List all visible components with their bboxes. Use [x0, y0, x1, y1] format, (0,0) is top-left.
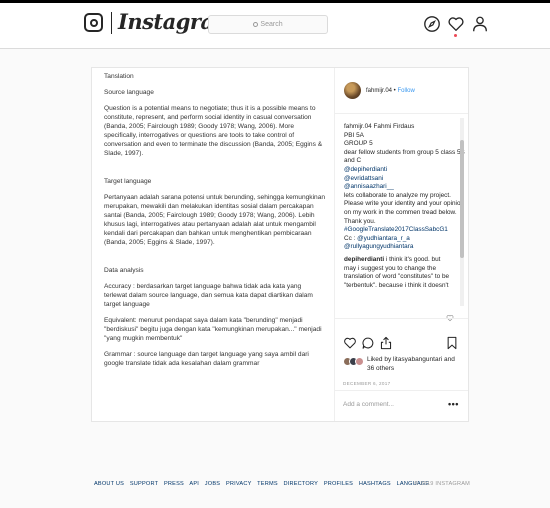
activity-heart-icon[interactable]: [447, 15, 465, 33]
caption-line: Fahmi Firdaus: [373, 123, 415, 130]
caption-line: Thank you.: [344, 217, 376, 225]
doc-target-text: Pertanyaan adalah sarana potensi untuk b…: [104, 194, 326, 246]
likes-user-link[interactable]: litasyabanguntari: [393, 356, 442, 363]
footer-links: ABOUT US SUPPORT PRESS API JOBS PRIVACY …: [94, 481, 433, 487]
comment-bubble-icon[interactable]: [361, 336, 375, 350]
caption-line: on my work in the commen tread below.: [344, 208, 457, 216]
caption-line: GROUP 5: [344, 140, 373, 148]
footer-link-privacy[interactable]: PRIVACY: [226, 481, 252, 487]
caption-mention[interactable]: @annisaazhari__: [344, 183, 456, 192]
caption-line: dear fellow students from group 5 class …: [344, 148, 465, 156]
caption-mention[interactable]: @evridattsani: [344, 175, 456, 184]
post-image-document[interactable]: Tanslation Source language Question is a…: [92, 68, 335, 421]
like-heart-icon[interactable]: [343, 336, 357, 350]
caption-mention[interactable]: @yudhiantara_r_a: [357, 235, 410, 242]
reply-line: i think it's good. but: [385, 255, 441, 263]
footer-link-jobs[interactable]: JOBS: [205, 481, 220, 487]
comments-list[interactable]: fahmijr.04 Fahmi Firdaus PBI 5A GROUP 5 …: [335, 115, 468, 308]
post-sidebar: fahmijr.04 • Follow fahmijr.04 Fahmi Fir…: [335, 68, 468, 421]
profile-person-icon[interactable]: [471, 15, 489, 33]
caption-line: lets collaborate to analyze my project.: [344, 191, 451, 199]
footer-link-api[interactable]: API: [189, 481, 199, 487]
caption-line: PBI 5A: [344, 131, 364, 139]
scrollbar-thumb[interactable]: [460, 140, 464, 258]
post-author-username[interactable]: fahmijr.04: [366, 88, 392, 94]
doc-title: Tanslation: [104, 73, 134, 80]
caption-line: and C: [344, 157, 362, 165]
footer-link-hashtags[interactable]: HASHTAGS: [359, 481, 391, 487]
reply-line: "terbentuk". because i think it doesn't: [344, 281, 449, 289]
caption-mention[interactable]: @rullyagungyudhiantara: [344, 243, 456, 252]
post-header: fahmijr.04 • Follow: [335, 68, 468, 114]
caption-first-line: fahmijr.04 Fahmi Firdaus: [344, 123, 456, 132]
comments-scrollbar[interactable]: [460, 118, 464, 306]
caption-mention[interactable]: @depiherdianti: [344, 166, 456, 175]
likes-joiner: and: [442, 356, 455, 363]
explore-compass-icon[interactable]: [423, 15, 441, 33]
logo-divider: [111, 12, 112, 34]
instagram-camera-icon[interactable]: [84, 13, 103, 32]
likes-text: Liked by litasyabanguntari and 36 others: [367, 355, 467, 373]
top-navbar: Instagram Search: [0, 3, 550, 49]
footer-link-directory[interactable]: DIRECTORY: [284, 481, 319, 487]
liker-avatars[interactable]: [343, 357, 365, 367]
doc-analysis-heading: Data analysis: [104, 267, 144, 274]
author-avatar[interactable]: [344, 82, 361, 99]
add-comment-input[interactable]: Add a comment...: [343, 401, 394, 408]
reply-author[interactable]: depiherdianti: [344, 256, 384, 263]
doc-equivalent: Equivalent: menurut pendapat saya dalam …: [104, 317, 322, 342]
footer-link-press[interactable]: PRESS: [164, 481, 184, 487]
post-card: Tanslation Source language Question is a…: [91, 67, 469, 422]
caption-cc-line: Cc : @yudhiantara_r_a: [344, 235, 456, 244]
post-date[interactable]: DECEMBER 6, 2017: [343, 381, 390, 386]
notification-dot: [454, 34, 457, 37]
search-icon: [253, 22, 259, 27]
caption-line: Please write your identity and your opin…: [344, 200, 465, 208]
footer-link-support[interactable]: SUPPORT: [130, 481, 158, 487]
reply-first-line: depiherdianti i think it's good. but: [344, 256, 456, 265]
footer-link-about[interactable]: ABOUT US: [94, 481, 124, 487]
doc-target-heading: Target language: [104, 178, 152, 185]
doc-source-heading: Source language: [104, 89, 154, 96]
save-bookmark-icon[interactable]: [445, 336, 459, 350]
cc-prefix: Cc :: [344, 234, 358, 242]
reply-line: may i suggest you to change the: [344, 264, 437, 272]
doc-grammar: Grammar : source language dan target lan…: [104, 351, 309, 367]
caption-author[interactable]: fahmijr.04: [344, 123, 372, 130]
post-author-line: fahmijr.04 • Follow: [366, 88, 415, 94]
add-comment-bar: Add a comment... •••: [335, 390, 468, 421]
likes-others-link[interactable]: 36 others: [367, 365, 394, 372]
more-options-icon[interactable]: •••: [448, 400, 459, 409]
search-placeholder: Search: [260, 21, 283, 28]
doc-accuracy: Accuracy : berdasarkan target language b…: [104, 283, 313, 308]
caption-hashtag[interactable]: #GoogleTranslate2017ClassSabcG1: [344, 226, 456, 235]
likes-prefix: Liked by: [367, 356, 394, 363]
search-input[interactable]: Search: [208, 15, 328, 34]
liker-avatar: [355, 357, 364, 366]
footer-link-profiles[interactable]: PROFILES: [324, 481, 353, 487]
follow-button[interactable]: Follow: [397, 88, 414, 94]
share-icon[interactable]: [379, 336, 393, 350]
reply-line: translation of word "constitutes" to be: [344, 273, 450, 281]
doc-source-text: Question is a potential means to negotia…: [104, 105, 323, 157]
copyright: © 2019 INSTAGRAM: [414, 481, 470, 487]
footer-link-terms[interactable]: TERMS: [257, 481, 278, 487]
